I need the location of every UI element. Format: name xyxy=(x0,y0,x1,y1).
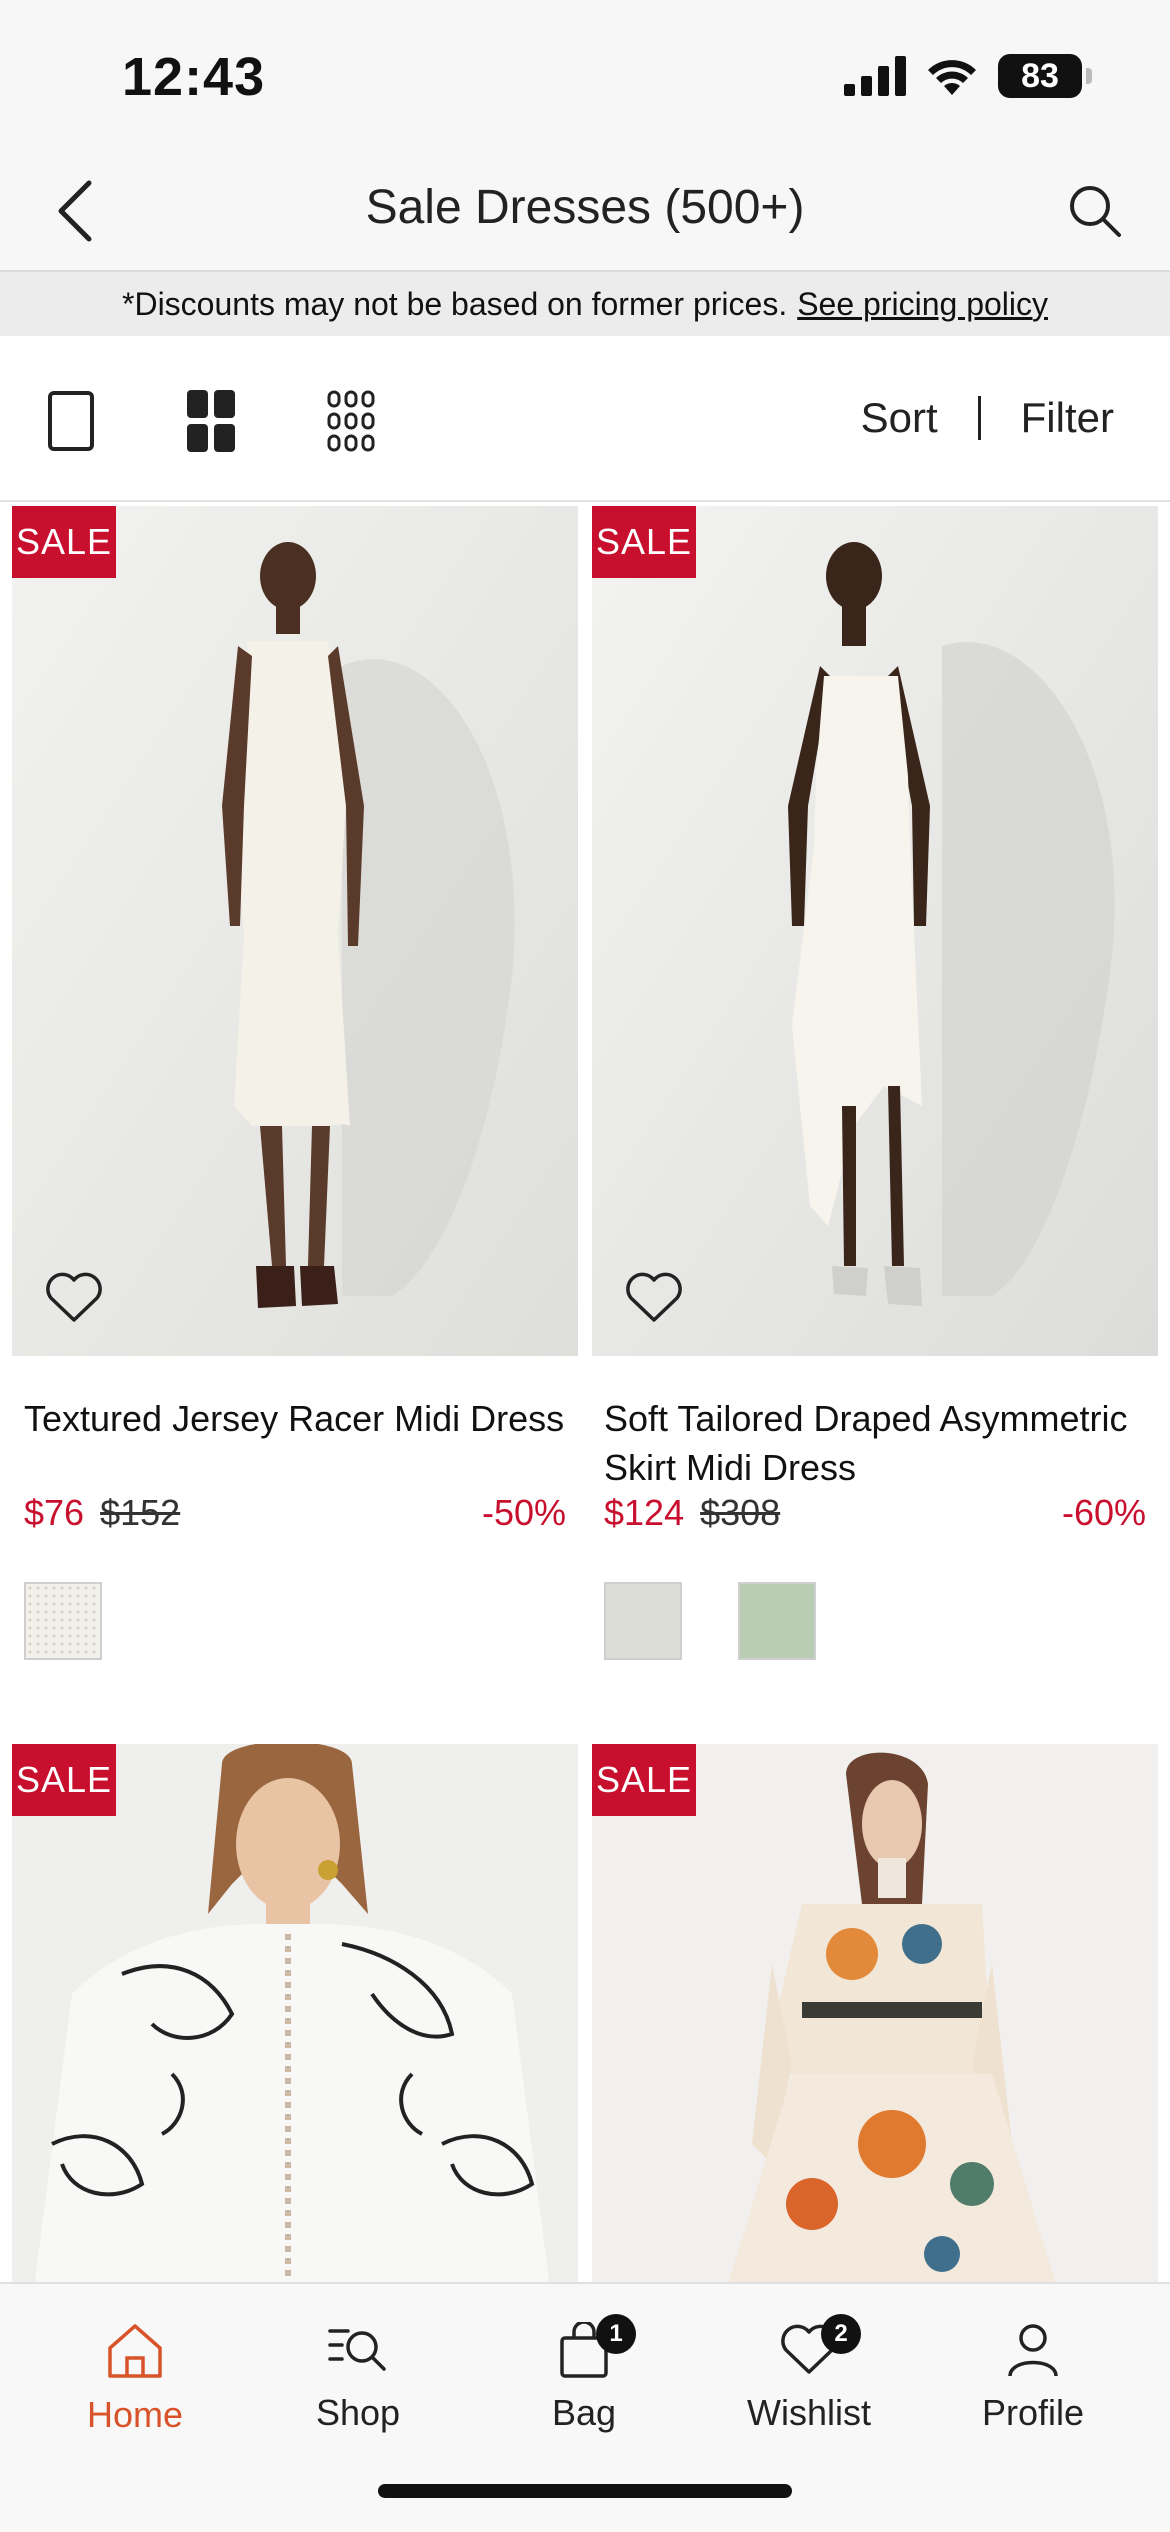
view-toolbar: Sort Filter xyxy=(0,336,1170,502)
tab-wishlist[interactable]: 2 Wishlist xyxy=(692,2284,926,2434)
sort-filter-group: Sort Filter xyxy=(861,394,1114,442)
pricing-policy-link[interactable]: See pricing policy xyxy=(797,286,1048,323)
status-bar: 12:43 83 xyxy=(0,0,1170,150)
nav-header: Sale Dresses (500+) xyxy=(0,150,1170,272)
product-image[interactable]: SALE xyxy=(592,506,1158,1356)
tab-label: Shop xyxy=(315,2392,401,2433)
color-swatch-sage[interactable] xyxy=(738,1582,816,1660)
tab-label: Bag xyxy=(551,2392,617,2433)
color-swatches xyxy=(604,1582,1146,1660)
sort-filter-divider xyxy=(977,396,981,440)
disclaimer-text: *Discounts may not be based on former pr… xyxy=(122,285,788,322)
tab-label: Home xyxy=(86,2394,184,2435)
wishlist-count-badge: 2 xyxy=(821,2314,861,2354)
tab-label: Wishlist xyxy=(747,2392,871,2433)
cellular-signal-icon xyxy=(844,56,906,96)
home-icon xyxy=(103,2322,167,2380)
three-column-view-button[interactable] xyxy=(316,386,386,456)
status-time: 12:43 xyxy=(122,47,266,107)
sale-badge: SALE xyxy=(12,1744,116,1816)
color-swatch-stone[interactable] xyxy=(604,1582,682,1660)
battery-cap xyxy=(1086,68,1092,84)
sale-price: $124 xyxy=(604,1492,685,1533)
tab-bag[interactable]: 1 Bag xyxy=(467,2284,701,2434)
tab-label: Profile xyxy=(981,2392,1085,2433)
tab-profile[interactable]: Profile xyxy=(916,2284,1150,2434)
battery-icon: 83 xyxy=(998,54,1082,98)
price-row: $76 $152 -50% xyxy=(24,1492,566,1534)
price-row: $124 $308 -60% xyxy=(604,1492,1146,1534)
bag-icon: 1 xyxy=(552,2314,636,2378)
discount-percent: -50% xyxy=(481,1492,566,1533)
product-card[interactable]: SALE Soft Tailored Draped Asymmetric Ski… xyxy=(592,506,1158,1660)
product-name[interactable]: Textured Jersey Racer Midi Dress xyxy=(24,1394,566,1492)
product-name[interactable]: Soft Tailored Draped Asymmetric Skirt Mi… xyxy=(604,1394,1146,1492)
search-button[interactable] xyxy=(1060,176,1130,246)
pricing-disclaimer: *Discounts may not be based on former pr… xyxy=(0,272,1170,336)
wishlist-button[interactable] xyxy=(42,1266,106,1330)
battery-level: 83 xyxy=(1021,56,1059,95)
home-indicator[interactable] xyxy=(378,2484,792,2498)
tab-shop[interactable]: Shop xyxy=(241,2284,475,2434)
bag-count-badge: 1 xyxy=(596,2314,636,2354)
single-column-icon xyxy=(48,391,94,451)
product-card[interactable]: SALE Textured Jersey Racer Midi Dress $7… xyxy=(12,506,578,1660)
search-icon xyxy=(1070,186,1121,237)
color-swatch-ivory[interactable] xyxy=(24,1582,102,1660)
discount-percent: -60% xyxy=(1061,1492,1146,1533)
product-photo-model-white-knit-dress xyxy=(12,506,578,1356)
profile-icon xyxy=(1001,2322,1065,2378)
product-image[interactable]: SALE xyxy=(12,506,578,1356)
sale-badge: SALE xyxy=(592,506,696,578)
sort-button[interactable]: Sort xyxy=(861,394,938,442)
page-title: Sale Dresses (500+) xyxy=(365,181,805,234)
single-column-view-button[interactable] xyxy=(36,386,106,456)
heart-icon: 2 xyxy=(777,2314,861,2378)
sale-badge: SALE xyxy=(592,1744,696,1816)
wishlist-button[interactable] xyxy=(622,1266,686,1330)
two-column-icon xyxy=(187,390,235,452)
status-icons: 83 xyxy=(844,54,1092,98)
original-price: $308 xyxy=(700,1492,781,1533)
filter-button[interactable]: Filter xyxy=(1021,394,1114,442)
heart-outline-icon xyxy=(46,1272,102,1322)
three-column-icon xyxy=(327,390,375,452)
sale-badge: SALE xyxy=(12,506,116,578)
color-swatches xyxy=(24,1582,566,1660)
tab-home[interactable]: Home xyxy=(18,2284,252,2435)
shop-search-icon xyxy=(326,2322,390,2378)
heart-outline-icon xyxy=(626,1272,682,1322)
two-column-view-button[interactable] xyxy=(176,386,246,456)
product-photo-model-ivory-asymmetric-dress xyxy=(592,506,1158,1356)
original-price: $152 xyxy=(100,1492,181,1533)
sale-price: $76 xyxy=(24,1492,85,1533)
wifi-icon xyxy=(928,60,976,95)
